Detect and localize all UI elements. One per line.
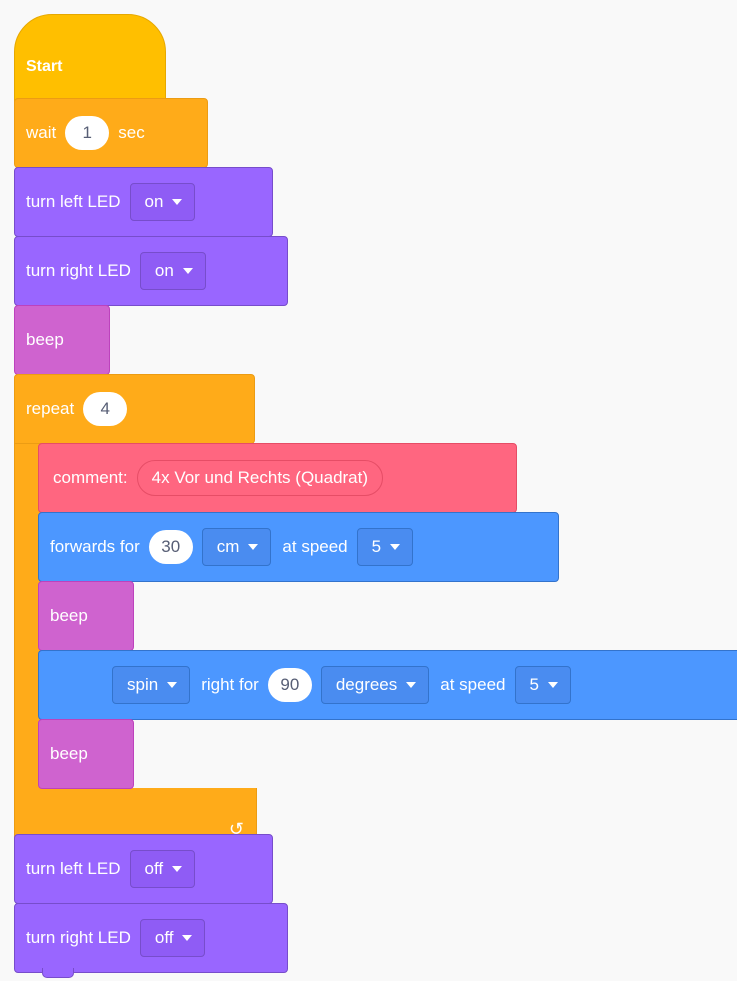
spin-mode-dropdown[interactable]: spin — [112, 666, 191, 704]
spin-speed-label: at speed — [440, 675, 506, 694]
turn-right-led-label: turn right LED — [26, 261, 131, 280]
left-led-state-value: on — [144, 192, 164, 211]
beep-block[interactable]: beep — [14, 305, 110, 375]
dropdown-caret-icon — [406, 682, 417, 688]
dropdown-caret-icon — [167, 682, 178, 688]
spin-direction-label: right for — [201, 675, 259, 694]
repeat-label: repeat — [26, 399, 75, 418]
beep-label: beep — [50, 744, 88, 763]
start-label: Start — [26, 58, 63, 75]
right-led-state-value: on — [154, 261, 174, 280]
dropdown-caret-icon — [547, 682, 558, 688]
turn-left-led-label: turn left LED — [26, 192, 121, 211]
turn-right-led-off-block[interactable]: turn right LED off — [14, 903, 288, 973]
right-led-state-value: off — [154, 928, 174, 947]
comment-block[interactable]: comment: 4x Vor und Rechts (Quadrat) — [38, 443, 517, 513]
distance-unit-value: cm — [216, 537, 240, 556]
spin-mode-value: spin — [127, 675, 159, 694]
angle-unit-dropdown[interactable]: degrees — [320, 666, 430, 704]
left-led-state-value: off — [144, 859, 164, 878]
turn-left-led-on-block[interactable]: turn left LED on — [14, 167, 273, 237]
dropdown-caret-icon — [172, 866, 183, 872]
wait-unit-label: sec — [118, 123, 145, 142]
right-led-state-dropdown[interactable]: on — [139, 252, 206, 290]
dropdown-caret-icon — [172, 199, 183, 205]
repeat-block[interactable]: repeat 4 — [14, 374, 255, 444]
forwards-block[interactable]: forwards for 30 cm at speed 5 — [38, 512, 559, 582]
turn-right-led-on-block[interactable]: turn right LED on — [14, 236, 288, 306]
left-led-state-dropdown[interactable]: off — [129, 850, 196, 888]
turn-left-led-label: turn left LED — [26, 859, 121, 878]
dropdown-caret-icon — [390, 544, 401, 550]
forwards-speed-value: 5 — [371, 537, 382, 556]
spin-block[interactable]: spin right for 90 degrees at speed 5 — [38, 650, 737, 720]
forwards-speed-label: at speed — [282, 537, 348, 556]
comment-text-input[interactable]: 4x Vor und Rechts (Quadrat) — [136, 460, 384, 496]
beep-label: beep — [50, 606, 88, 625]
start-block[interactable]: Start — [14, 14, 166, 106]
forwards-label: forwards for — [50, 537, 140, 556]
turn-left-led-off-block[interactable]: turn left LED off — [14, 834, 273, 904]
spin-angle-input[interactable]: 90 — [267, 668, 312, 702]
spin-speed-value: 5 — [529, 675, 539, 694]
wait-seconds-input[interactable]: 1 — [65, 116, 110, 150]
repeat-count-input[interactable]: 4 — [83, 392, 128, 426]
left-led-state-dropdown[interactable]: on — [129, 183, 196, 221]
beep-block[interactable]: beep — [38, 719, 134, 789]
forwards-distance-input[interactable]: 30 — [148, 530, 193, 564]
angle-unit-value: degrees — [335, 675, 398, 694]
wait-label: wait — [26, 123, 57, 142]
repeat-block-arm[interactable] — [14, 374, 41, 848]
dropdown-caret-icon — [248, 544, 259, 550]
turn-right-led-label: turn right LED — [26, 928, 131, 947]
wait-block[interactable]: wait 1 sec — [14, 98, 208, 168]
forwards-speed-dropdown[interactable]: 5 — [356, 528, 414, 566]
comment-label: comment: — [53, 468, 128, 487]
distance-unit-dropdown[interactable]: cm — [201, 528, 272, 566]
beep-block[interactable]: beep — [38, 581, 134, 651]
dropdown-caret-icon — [182, 268, 193, 274]
block-bottom-tab — [42, 968, 74, 978]
spin-speed-dropdown[interactable]: 5 — [514, 666, 571, 704]
right-led-state-dropdown[interactable]: off — [139, 919, 206, 957]
beep-label: beep — [26, 330, 64, 349]
dropdown-caret-icon — [182, 935, 193, 941]
